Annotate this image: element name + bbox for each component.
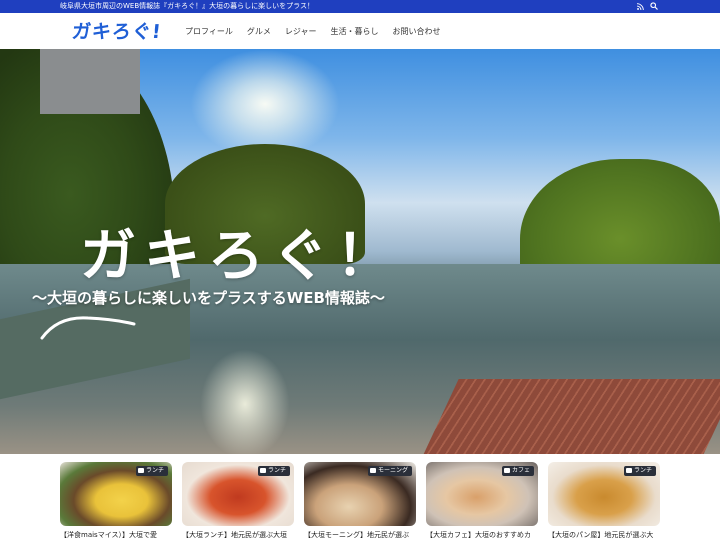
folder-icon [259, 468, 266, 473]
rss-icon[interactable] [637, 3, 644, 10]
nav-item-contact[interactable]: お問い合わせ [392, 26, 440, 37]
card-title[interactable]: 【大垣のパン屋】地元民が選ぶ大 [548, 530, 660, 540]
top-bar: 岐阜県大垣市周辺のWEB情報誌『ガキろぐ！』大垣の暮らしに楽しいをプラス！ [0, 0, 720, 13]
nav-item-living[interactable]: 生活・暮らし [330, 26, 378, 37]
article-card[interactable]: モーニング 【大垣モーニング】地元民が選ぶ [304, 462, 416, 540]
folder-icon [503, 468, 510, 473]
card-thumbnail[interactable]: ランチ [548, 462, 660, 526]
site-tagline: 岐阜県大垣市周辺のWEB情報誌『ガキろぐ！』大垣の暮らしに楽しいをプラス！ [60, 2, 315, 10]
category-badge: ランチ [257, 466, 290, 476]
site-header: ガキろぐ! プロフィール グルメ レジャー 生活・暮らし お問い合わせ [0, 13, 720, 49]
category-badge: ランチ [623, 466, 656, 476]
folder-icon [625, 468, 632, 473]
category-badge: モーニング [367, 466, 412, 476]
article-card[interactable]: ランチ 【大垣ランチ】地元民が選ぶ大垣 [182, 462, 294, 540]
hero-roof [421, 379, 720, 454]
hero-sun-glow [190, 49, 340, 159]
hero-building [40, 49, 140, 114]
card-title[interactable]: 【大垣ランチ】地元民が選ぶ大垣 [182, 530, 294, 540]
article-card[interactable]: ランチ 【大垣のパン屋】地元民が選ぶ大 [548, 462, 660, 540]
article-cards: ランチ 【洋食maisマイス）】大垣で愛 ランチ 【大垣ランチ】地元民が選ぶ大垣… [60, 462, 660, 540]
nav-item-profile[interactable]: プロフィール [185, 26, 233, 37]
nav-item-leisure[interactable]: レジャー [285, 26, 317, 37]
card-title[interactable]: 【洋食maisマイス）】大垣で愛 [60, 530, 172, 540]
card-title[interactable]: 【大垣カフェ】大垣のおすすめカ [426, 530, 538, 540]
category-badge: ランチ [135, 466, 168, 476]
search-icon[interactable] [650, 2, 658, 10]
category-badge: カフェ [501, 466, 534, 476]
main-nav: プロフィール グルメ レジャー 生活・暮らし お問い合わせ [185, 13, 454, 49]
hero-image: ガキろぐ！ 〜大垣の暮らしに楽しいをプラスするWEB情報誌〜 [0, 49, 720, 454]
folder-icon [137, 468, 144, 473]
hero-swoosh-decoration [40, 316, 136, 340]
folder-icon [369, 468, 376, 473]
article-card[interactable]: カフェ 【大垣カフェ】大垣のおすすめカ [426, 462, 538, 540]
nav-item-gourmet[interactable]: グルメ [247, 26, 271, 37]
card-thumbnail[interactable]: ランチ [60, 462, 172, 526]
card-thumbnail[interactable]: カフェ [426, 462, 538, 526]
article-card[interactable]: ランチ 【洋食maisマイス）】大垣で愛 [60, 462, 172, 540]
site-logo[interactable]: ガキろぐ! [71, 17, 164, 44]
hero-sun-reflection [200, 349, 290, 454]
card-thumbnail[interactable]: ランチ [182, 462, 294, 526]
card-thumbnail[interactable]: モーニング [304, 462, 416, 526]
hero-title: ガキろぐ！ [80, 224, 400, 289]
card-title[interactable]: 【大垣モーニング】地元民が選ぶ [304, 530, 416, 540]
